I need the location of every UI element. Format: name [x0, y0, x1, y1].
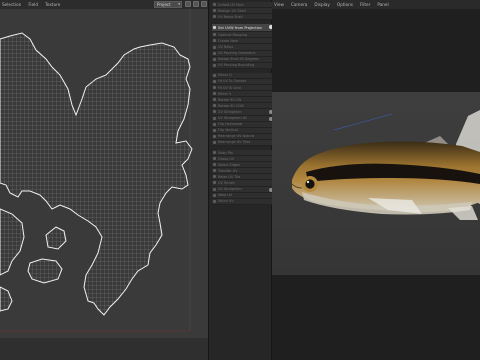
uv-tool-icon-3[interactable] — [201, 1, 207, 7]
viewport-menu-panel[interactable]: Panel — [377, 0, 388, 9]
command-label: Weld UV — [218, 193, 233, 198]
command-icon — [213, 39, 216, 43]
uv-menu-selection[interactable]: Selection — [2, 0, 21, 9]
viewport-menu-camera[interactable]: Camera — [291, 0, 307, 9]
command-label: Mirror U — [218, 73, 232, 78]
command-icon — [213, 104, 216, 108]
command-label: UV Relax — [218, 45, 234, 50]
viewport-menubar: View Camera Display Options Filter Panel — [272, 0, 480, 9]
command-icon — [213, 9, 216, 13]
command-icon — [213, 79, 216, 83]
command-icon — [213, 15, 216, 19]
command-label: UV Straighten — [218, 109, 242, 114]
viewport-menu-filter[interactable]: Filter — [360, 0, 370, 9]
command-icon — [213, 128, 216, 132]
uv-tool-icon-1[interactable] — [185, 1, 191, 7]
command-label: UV Relax Shell — [218, 14, 243, 19]
uv-menu-field[interactable]: Field — [28, 0, 38, 9]
command-item[interactable]: UV Packing Bounding — [212, 62, 272, 69]
command-icon — [213, 57, 216, 61]
command-icon — [213, 45, 216, 49]
command-label: Group UV — [218, 156, 235, 161]
command-icon — [213, 116, 216, 120]
command-icon — [213, 187, 216, 191]
uv-shell-round[interactable] — [27, 258, 63, 284]
project-dropdown-value: Project — [157, 2, 171, 7]
command-label: Flip Horizontal — [218, 122, 243, 127]
command-icon — [213, 51, 216, 55]
viewport-panel: View Camera Display Options Filter Panel — [272, 0, 480, 360]
command-label: UV Straighten All — [218, 116, 247, 121]
fish-pelvic-fin — [448, 206, 478, 220]
command-label: Optimal Mapping — [218, 32, 248, 37]
command-label: Realign UV Shell — [218, 8, 246, 13]
command-label: UV Terrain — [218, 180, 236, 185]
axis-line — [333, 113, 393, 131]
command-label: Unfold UV Face — [218, 2, 244, 7]
viewport-menu-view[interactable]: View — [274, 0, 284, 9]
project-dropdown[interactable]: Project ▾ — [154, 1, 182, 8]
command-icon — [213, 157, 216, 161]
uv-toolbar-icons — [185, 1, 207, 7]
command-label: Rearrange UV Islands — [218, 134, 255, 139]
command-label: Set UVW from Projection — [218, 25, 263, 30]
command-icon — [213, 175, 216, 179]
application-window: Selection Field Texture Project ▾ Unfold… — [0, 0, 480, 360]
command-label: Rotate 90 CW — [218, 97, 242, 102]
command-item[interactable]: Stitch UV — [212, 198, 272, 205]
uv-editor-panel: Selection Field Texture Project ▾ — [0, 0, 208, 360]
command-item[interactable]: UV Relax Shell — [212, 14, 272, 21]
command-list: Unfold UV Face Realign UV Shell UV Relax S… — [212, 2, 273, 205]
command-icon — [213, 199, 216, 203]
command-label: Select Edges — [218, 162, 240, 167]
command-label: Relax UV Tile — [218, 174, 241, 179]
command-icon — [213, 140, 216, 144]
command-label: Fit UV To Grid — [218, 85, 241, 90]
viewport-menu-options[interactable]: Options — [337, 0, 353, 9]
fish-eye-highlight — [306, 180, 310, 184]
command-icon — [213, 181, 216, 185]
command-label: Snap Pts — [218, 150, 233, 155]
command-icon — [213, 26, 216, 30]
command-label: Rotate 90 CCW — [218, 103, 244, 108]
uv-menu-texture[interactable]: Texture — [45, 0, 60, 9]
command-label: Rearrange UV Tiles — [218, 140, 251, 145]
command-label: UV Packing Geometric — [218, 51, 256, 56]
command-icon — [213, 98, 216, 102]
command-label: Fit UV To Canvas — [218, 79, 247, 84]
command-icon — [213, 92, 216, 96]
command-list-panel: Unfold UV Face Realign UV Shell UV Relax S… — [208, 0, 273, 360]
command-label: Transfer UV — [218, 168, 238, 173]
command-icon — [213, 163, 216, 167]
command-icon — [213, 151, 216, 155]
uv-status-bar — [0, 338, 208, 360]
command-label: UV Straighten — [218, 187, 242, 192]
uv-canvas[interactable] — [0, 9, 208, 360]
chevron-down-icon: ▾ — [178, 2, 180, 6]
command-icon — [213, 122, 216, 126]
fish-model[interactable] — [272, 92, 480, 275]
command-label: Stitch UV — [218, 199, 234, 204]
command-icon — [213, 110, 216, 114]
command-icon — [213, 169, 216, 173]
command-item[interactable]: Rearrange UV Tiles — [212, 139, 272, 146]
fish-pupil — [305, 179, 315, 189]
uv-tool-icon-2[interactable] — [193, 1, 199, 7]
command-icon — [213, 134, 216, 138]
command-label: Rotate Shell 90 Degrees — [218, 57, 260, 62]
viewport-menu-display[interactable]: Display — [314, 0, 329, 9]
command-icon — [213, 63, 216, 67]
command-icon — [213, 193, 216, 197]
command-label: Mirror V — [218, 91, 232, 96]
command-icon — [213, 86, 216, 90]
command-icon — [213, 73, 216, 77]
command-label: UV Packing Bounding — [218, 63, 255, 68]
command-label: Flip Vertical — [218, 128, 238, 133]
command-icon — [213, 3, 216, 7]
command-label: Create New — [218, 38, 238, 43]
command-icon — [213, 33, 216, 37]
